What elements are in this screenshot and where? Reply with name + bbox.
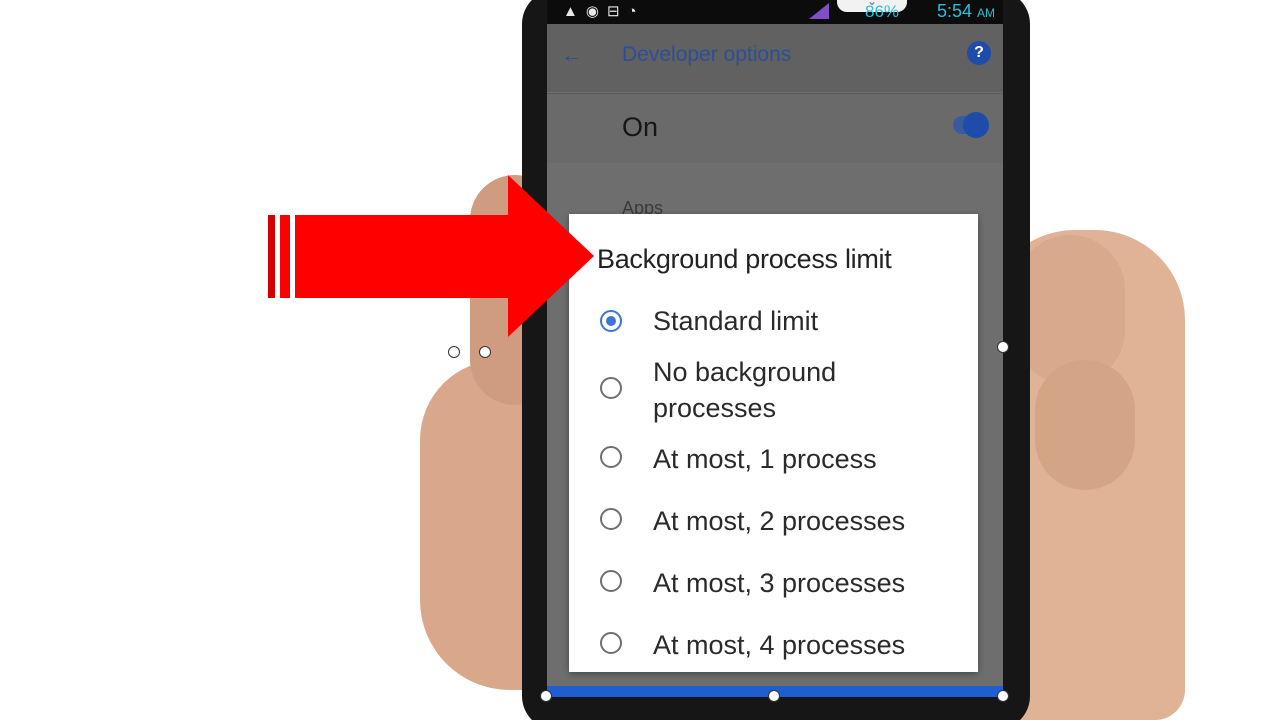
eye-icon: ◉ [585,3,607,20]
selection-handle[interactable] [768,690,780,702]
battery-indicator: 86% [865,2,899,22]
selection-handle[interactable] [479,346,491,358]
option-label: At most, 2 processes [653,506,906,536]
app-bar: ← Developer options ? [547,24,1003,92]
clock-am-pm: AM [977,6,995,20]
toggle-knob [963,112,989,138]
background-process-limit-dialog: Background process limit Standard limit … [569,214,978,672]
selection-handle[interactable] [540,690,552,702]
status-bar: ▲◉⊟◔ ⌄ 86% 5:54 AM [547,0,1003,24]
selection-handle[interactable] [448,346,460,358]
master-switch-label: On [622,112,659,142]
radio-icon[interactable] [600,446,622,468]
clock: 5:54 AM [937,1,995,22]
warning-icon: ▲ [563,3,586,20]
radio-icon[interactable] [600,508,622,530]
option-label: At most, 1 process [653,444,877,474]
radio-icon[interactable] [600,377,622,399]
selection-handle[interactable] [997,690,1009,702]
back-arrow-icon[interactable]: ← [561,42,583,68]
option-label: At most, 4 processes [653,630,906,660]
master-toggle[interactable] [953,112,989,138]
selection-handle[interactable] [997,341,1009,353]
clock-time: 5:54 [936,1,972,21]
red-arrow-icon [268,175,594,337]
hand-finger [1035,360,1135,490]
wifi-icon: ◔ [627,3,645,20]
option-label: At most, 3 processes [653,568,906,598]
notification-icons: ▲◉⊟◔ [563,2,645,20]
option-label: Standard limit [653,306,819,336]
battery-level: 86% [865,2,900,21]
option-label: No background processes [653,357,837,423]
radio-icon[interactable] [600,570,622,592]
dialog-title: Background process limit [597,244,892,274]
signal-icon [809,3,829,19]
radio-icon[interactable] [600,632,622,654]
master-switch-row[interactable]: On [547,93,1003,163]
radio-selected-icon[interactable] [600,310,622,332]
page-title: Developer options [622,43,792,66]
cast-icon: ⊟ [606,3,628,20]
help-icon[interactable]: ? [967,41,991,65]
